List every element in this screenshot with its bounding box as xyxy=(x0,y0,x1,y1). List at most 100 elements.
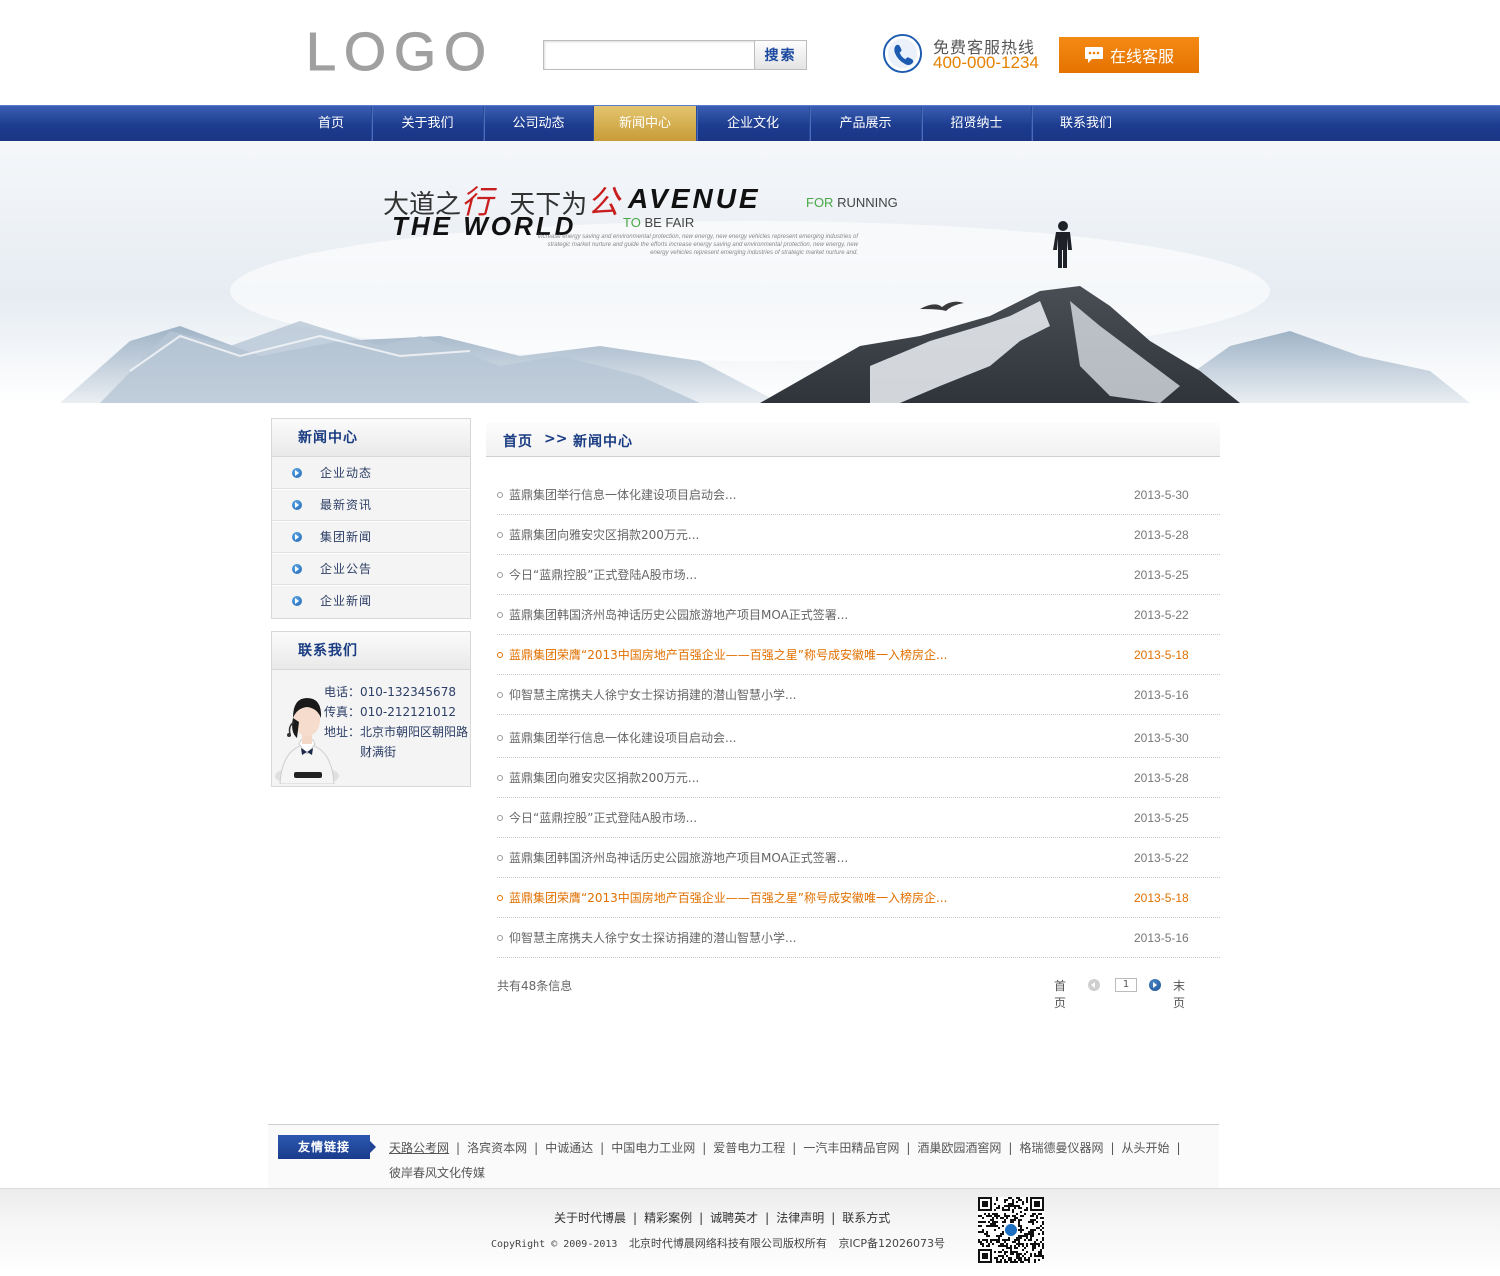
sidebar-news-item[interactable]: 企业动态 xyxy=(272,457,470,489)
news-row[interactable]: 蓝鼎集团向雅安灾区捐款200万元... 2013-5-28 xyxy=(497,758,1220,798)
sidebar-news-item[interactable]: 最新资讯 xyxy=(272,489,470,521)
news-list: 蓝鼎集团举行信息一体化建设项目启动会... 2013-5-30 蓝鼎集团向雅安灾区捐… xyxy=(497,475,1220,958)
news-date: 2013-5-18 xyxy=(1134,647,1189,662)
friend-link[interactable]: 中国电力工业网 xyxy=(611,1141,695,1155)
site-logo[interactable]: LOGO xyxy=(305,25,494,80)
nav-item[interactable]: 关于我们 xyxy=(372,106,484,142)
total-count-text: 共有48条信息 xyxy=(497,979,573,993)
news-row[interactable]: 今日“蓝鼎控股”正式登陆A股市场... 2013-5-25 xyxy=(497,798,1220,838)
hero-banner: 大道之行 天下为公 AVENUE FOR RUNNING THE WORLD T… xyxy=(0,141,1500,403)
chat-bubble-icon xyxy=(1084,47,1103,63)
news-row[interactable]: 蓝鼎集团举行信息一体化建设项目启动会... 2013-5-30 xyxy=(497,475,1220,515)
arrow-bullet-icon xyxy=(292,596,302,606)
fax-label: 传真： xyxy=(324,705,361,719)
friend-link[interactable]: 一汽丰田精品官网 xyxy=(803,1141,899,1155)
news-title-link[interactable]: 蓝鼎集团向雅安灾区捐款200万元... xyxy=(509,526,699,543)
news-row[interactable]: 蓝鼎集团举行信息一体化建设项目启动会... 2013-5-30 xyxy=(497,718,1220,758)
icp-number: 京ICP备12026073号 xyxy=(838,1237,945,1250)
news-title-link[interactable]: 蓝鼎集团韩国济州岛神话历史公园旅游地产项目MOA正式签署... xyxy=(509,849,848,866)
news-title-link[interactable]: 蓝鼎集团向雅安灾区捐款200万元... xyxy=(509,769,699,786)
nav-item[interactable]: 新闻中心 xyxy=(594,106,697,142)
arrow-bullet-icon xyxy=(292,531,302,542)
news-row[interactable]: 今日“蓝鼎控股”正式登陆A股市场... 2013-5-25 xyxy=(497,555,1220,595)
sidebar-news-item[interactable]: 集团新闻 xyxy=(272,521,470,553)
nav-item[interactable]: 公司动态 xyxy=(484,106,594,142)
friend-link[interactable]: 爱普电力工程 xyxy=(713,1141,785,1155)
footer-link[interactable]: 法律声明 xyxy=(776,1211,824,1225)
news-title-link[interactable]: 今日“蓝鼎控股”正式登陆A股市场... xyxy=(509,809,697,826)
online-service-button[interactable]: 在线客服 xyxy=(1059,37,1199,73)
nav-item[interactable]: 首页 xyxy=(291,106,372,142)
phone-value: 010-132345678 xyxy=(360,685,456,699)
footer-link[interactable]: 联系方式 xyxy=(842,1211,890,1225)
link-separator: | xyxy=(534,1141,539,1155)
circle-bullet-icon xyxy=(497,491,503,498)
friend-link[interactable]: 天路公考网 xyxy=(389,1141,449,1155)
circle-bullet-icon xyxy=(497,774,503,781)
news-row[interactable]: 蓝鼎集团向雅安灾区捐款200万元... 2013-5-28 xyxy=(497,515,1220,555)
news-row[interactable]: 仰智慧主席携夫人徐宁女士探访捐建的潜山智慧小学... 2013-5-16 xyxy=(497,918,1220,958)
news-date: 2013-5-16 xyxy=(1134,930,1189,945)
online-service-label: 在线客服 xyxy=(1109,47,1174,66)
news-title-link[interactable]: 蓝鼎集团举行信息一体化建设项目启动会... xyxy=(509,486,736,503)
circle-bullet-icon xyxy=(497,894,503,901)
pagination-prev-icon[interactable] xyxy=(1088,979,1100,991)
link-separator: | xyxy=(699,1211,704,1225)
banner-fine-print: increase energy saving and environmental… xyxy=(537,234,858,256)
sidebar-news-item[interactable]: 企业新闻 xyxy=(272,585,470,617)
news-title-link[interactable]: 蓝鼎集团荣膺“2013中国房地产百强企业——百强之星”称号成安徽唯一入榜房企..… xyxy=(509,646,947,663)
friend-links-list: 天路公考网 | 洛宾资本网 | 中诚通达 | 中国电力工业网 | 爱普电力工程 | 一汽丰田精品官网… xyxy=(389,1136,1209,1186)
footer-link[interactable]: 精彩案例 xyxy=(644,1211,692,1225)
friend-link[interactable]: 彼岸春风文化传媒 xyxy=(389,1166,485,1180)
arrow-bullet-icon xyxy=(292,563,302,574)
footer-links: 关于时代博晨 | 精彩案例 | 诚聘英才 | 法律声明 | 联系方式 xyxy=(554,1209,890,1226)
copyright: CopyRight © 2009-2013 北京时代博晨网络科技有限公司版权所有… xyxy=(491,1235,945,1251)
pagination-next-icon[interactable] xyxy=(1149,979,1161,991)
news-title-link[interactable]: 仰智慧主席携夫人徐宁女士探访捐建的潜山智慧小学... xyxy=(509,929,796,946)
search-button[interactable]: 搜索 xyxy=(754,40,807,70)
nav-item[interactable]: 产品展示 xyxy=(810,106,922,142)
nav-item[interactable]: 企业文化 xyxy=(697,106,810,142)
contact-info: 电话： 010-132345678 传真： 010-212121012 地址： 北京市… xyxy=(324,682,470,762)
circle-bullet-icon xyxy=(497,531,503,538)
news-date: 2013-5-22 xyxy=(1134,850,1189,865)
news-date: 2013-5-30 xyxy=(1134,730,1189,745)
nav-item[interactable]: 招贤纳士 xyxy=(922,106,1032,142)
friend-link[interactable]: 中诚通达 xyxy=(545,1141,593,1155)
friend-link[interactable]: 洛宾资本网 xyxy=(467,1141,527,1155)
news-row[interactable]: 蓝鼎集团荣膺“2013中国房地产百强企业——百强之星”称号成安徽唯一入榜房企..… xyxy=(497,878,1220,918)
footer-link[interactable]: 诚聘英才 xyxy=(710,1211,758,1225)
news-title-link[interactable]: 蓝鼎集团举行信息一体化建设项目启动会... xyxy=(509,729,736,746)
news-row[interactable]: 蓝鼎集团荣膺“2013中国房地产百强企业——百强之星”称号成安徽唯一入榜房企..… xyxy=(497,635,1220,675)
nav-item[interactable]: 联系我们 xyxy=(1032,106,1140,142)
circle-bullet-icon xyxy=(497,571,503,578)
breadcrumb: 首页 >> 新闻中心 xyxy=(486,422,1220,457)
news-title-link[interactable]: 仰智慧主席携夫人徐宁女士探访捐建的潜山智慧小学... xyxy=(509,686,796,703)
pagination-current-page[interactable]: 1 xyxy=(1115,978,1137,992)
news-title-link[interactable]: 蓝鼎集团韩国济州岛神话历史公园旅游地产项目MOA正式签署... xyxy=(509,606,848,623)
circle-bullet-icon xyxy=(497,651,503,658)
sidebar-news-item-label: 集团新闻 xyxy=(320,529,373,544)
circle-bullet-icon xyxy=(497,691,503,698)
breadcrumb-home-link[interactable]: 首页 xyxy=(503,431,533,451)
friend-links-label: 友情链接 xyxy=(278,1135,376,1159)
banner-slogan-en-1: AVENUE xyxy=(628,183,761,214)
pagination-first-link[interactable]: 首页 xyxy=(1054,977,1066,1011)
news-row[interactable]: 仰智慧主席携夫人徐宁女士探访捐建的潜山智慧小学... 2013-5-16 xyxy=(497,675,1220,715)
friend-link[interactable]: 格瑞德曼仪器网 xyxy=(1019,1141,1103,1155)
friend-link[interactable]: 从头开始 xyxy=(1122,1141,1170,1155)
footer-link[interactable]: 关于时代博晨 xyxy=(554,1211,626,1225)
sidebar-news-item[interactable]: 企业公告 xyxy=(272,553,470,585)
circle-bullet-icon xyxy=(497,611,503,618)
sidebar-news-item-label: 最新资讯 xyxy=(320,497,373,512)
address-value: 北京市朝阳区朝阳路财满街 xyxy=(360,725,469,759)
news-title-link[interactable]: 今日“蓝鼎控股”正式登陆A股市场... xyxy=(509,566,697,583)
hotline-number: 400-000-1234 xyxy=(933,53,1039,72)
news-title-link[interactable]: 蓝鼎集团荣膺“2013中国房地产百强企业——百强之星”称号成安徽唯一入榜房企..… xyxy=(509,889,947,906)
circle-bullet-icon xyxy=(497,934,503,941)
pagination-last-link[interactable]: 末页 xyxy=(1173,977,1185,1011)
friend-link[interactable]: 酒巢欧园酒窖网 xyxy=(917,1141,1001,1155)
search-input[interactable] xyxy=(543,40,755,70)
news-row[interactable]: 蓝鼎集团韩国济州岛神话历史公园旅游地产项目MOA正式签署... 2013-5-22 xyxy=(497,595,1220,635)
news-row[interactable]: 蓝鼎集团韩国济州岛神话历史公园旅游地产项目MOA正式签署... 2013-5-22 xyxy=(497,838,1220,878)
